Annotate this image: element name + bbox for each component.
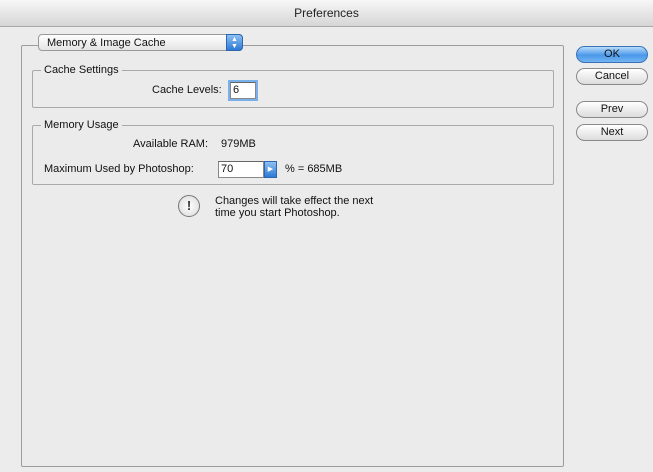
available-ram-label: Available RAM: xyxy=(133,138,208,150)
ok-button[interactable]: OK xyxy=(576,46,648,63)
panel-select[interactable]: Memory & Image Cache ▲ ▼ xyxy=(38,34,243,51)
next-button[interactable]: Next xyxy=(576,124,648,141)
max-used-slider-button[interactable]: ▶ xyxy=(264,161,277,178)
restart-notice: Changes will take effect the next time y… xyxy=(215,195,435,219)
exclamation-icon: ! xyxy=(178,195,200,217)
cancel-button[interactable]: Cancel xyxy=(576,68,648,85)
restart-notice-line1: Changes will take effect the next xyxy=(215,195,374,207)
max-used-label: Maximum Used by Photoshop: xyxy=(44,163,194,175)
preferences-window: Preferences Memory & Image Cache ▲ ▼ Cach… xyxy=(0,0,653,472)
memory-usage-group: Memory Usage Available RAM: 979MB Maximu… xyxy=(32,118,554,185)
prev-button[interactable]: Prev xyxy=(576,101,648,118)
up-down-arrows-icon: ▲ ▼ xyxy=(226,34,243,51)
triangle-right-icon: ▶ xyxy=(267,166,274,173)
cache-settings-group: Cache Settings Cache Levels: 6 xyxy=(32,63,554,108)
window-title: Preferences xyxy=(0,0,653,27)
preferences-panel: Cache Settings Cache Levels: 6 Memory Us… xyxy=(21,45,564,467)
cache-levels-label: Cache Levels: xyxy=(152,84,222,96)
memory-usage-title: Memory Usage xyxy=(41,118,122,132)
panel-select-value: Memory & Image Cache xyxy=(47,37,166,49)
restart-notice-line2: time you start Photoshop. xyxy=(215,207,340,219)
max-used-suffix: % = 685MB xyxy=(285,163,343,175)
max-used-input[interactable]: 70 xyxy=(218,161,264,178)
cache-settings-title: Cache Settings xyxy=(41,63,122,77)
cache-levels-input[interactable]: 6 xyxy=(228,80,258,101)
available-ram-value: 979MB xyxy=(221,138,256,150)
